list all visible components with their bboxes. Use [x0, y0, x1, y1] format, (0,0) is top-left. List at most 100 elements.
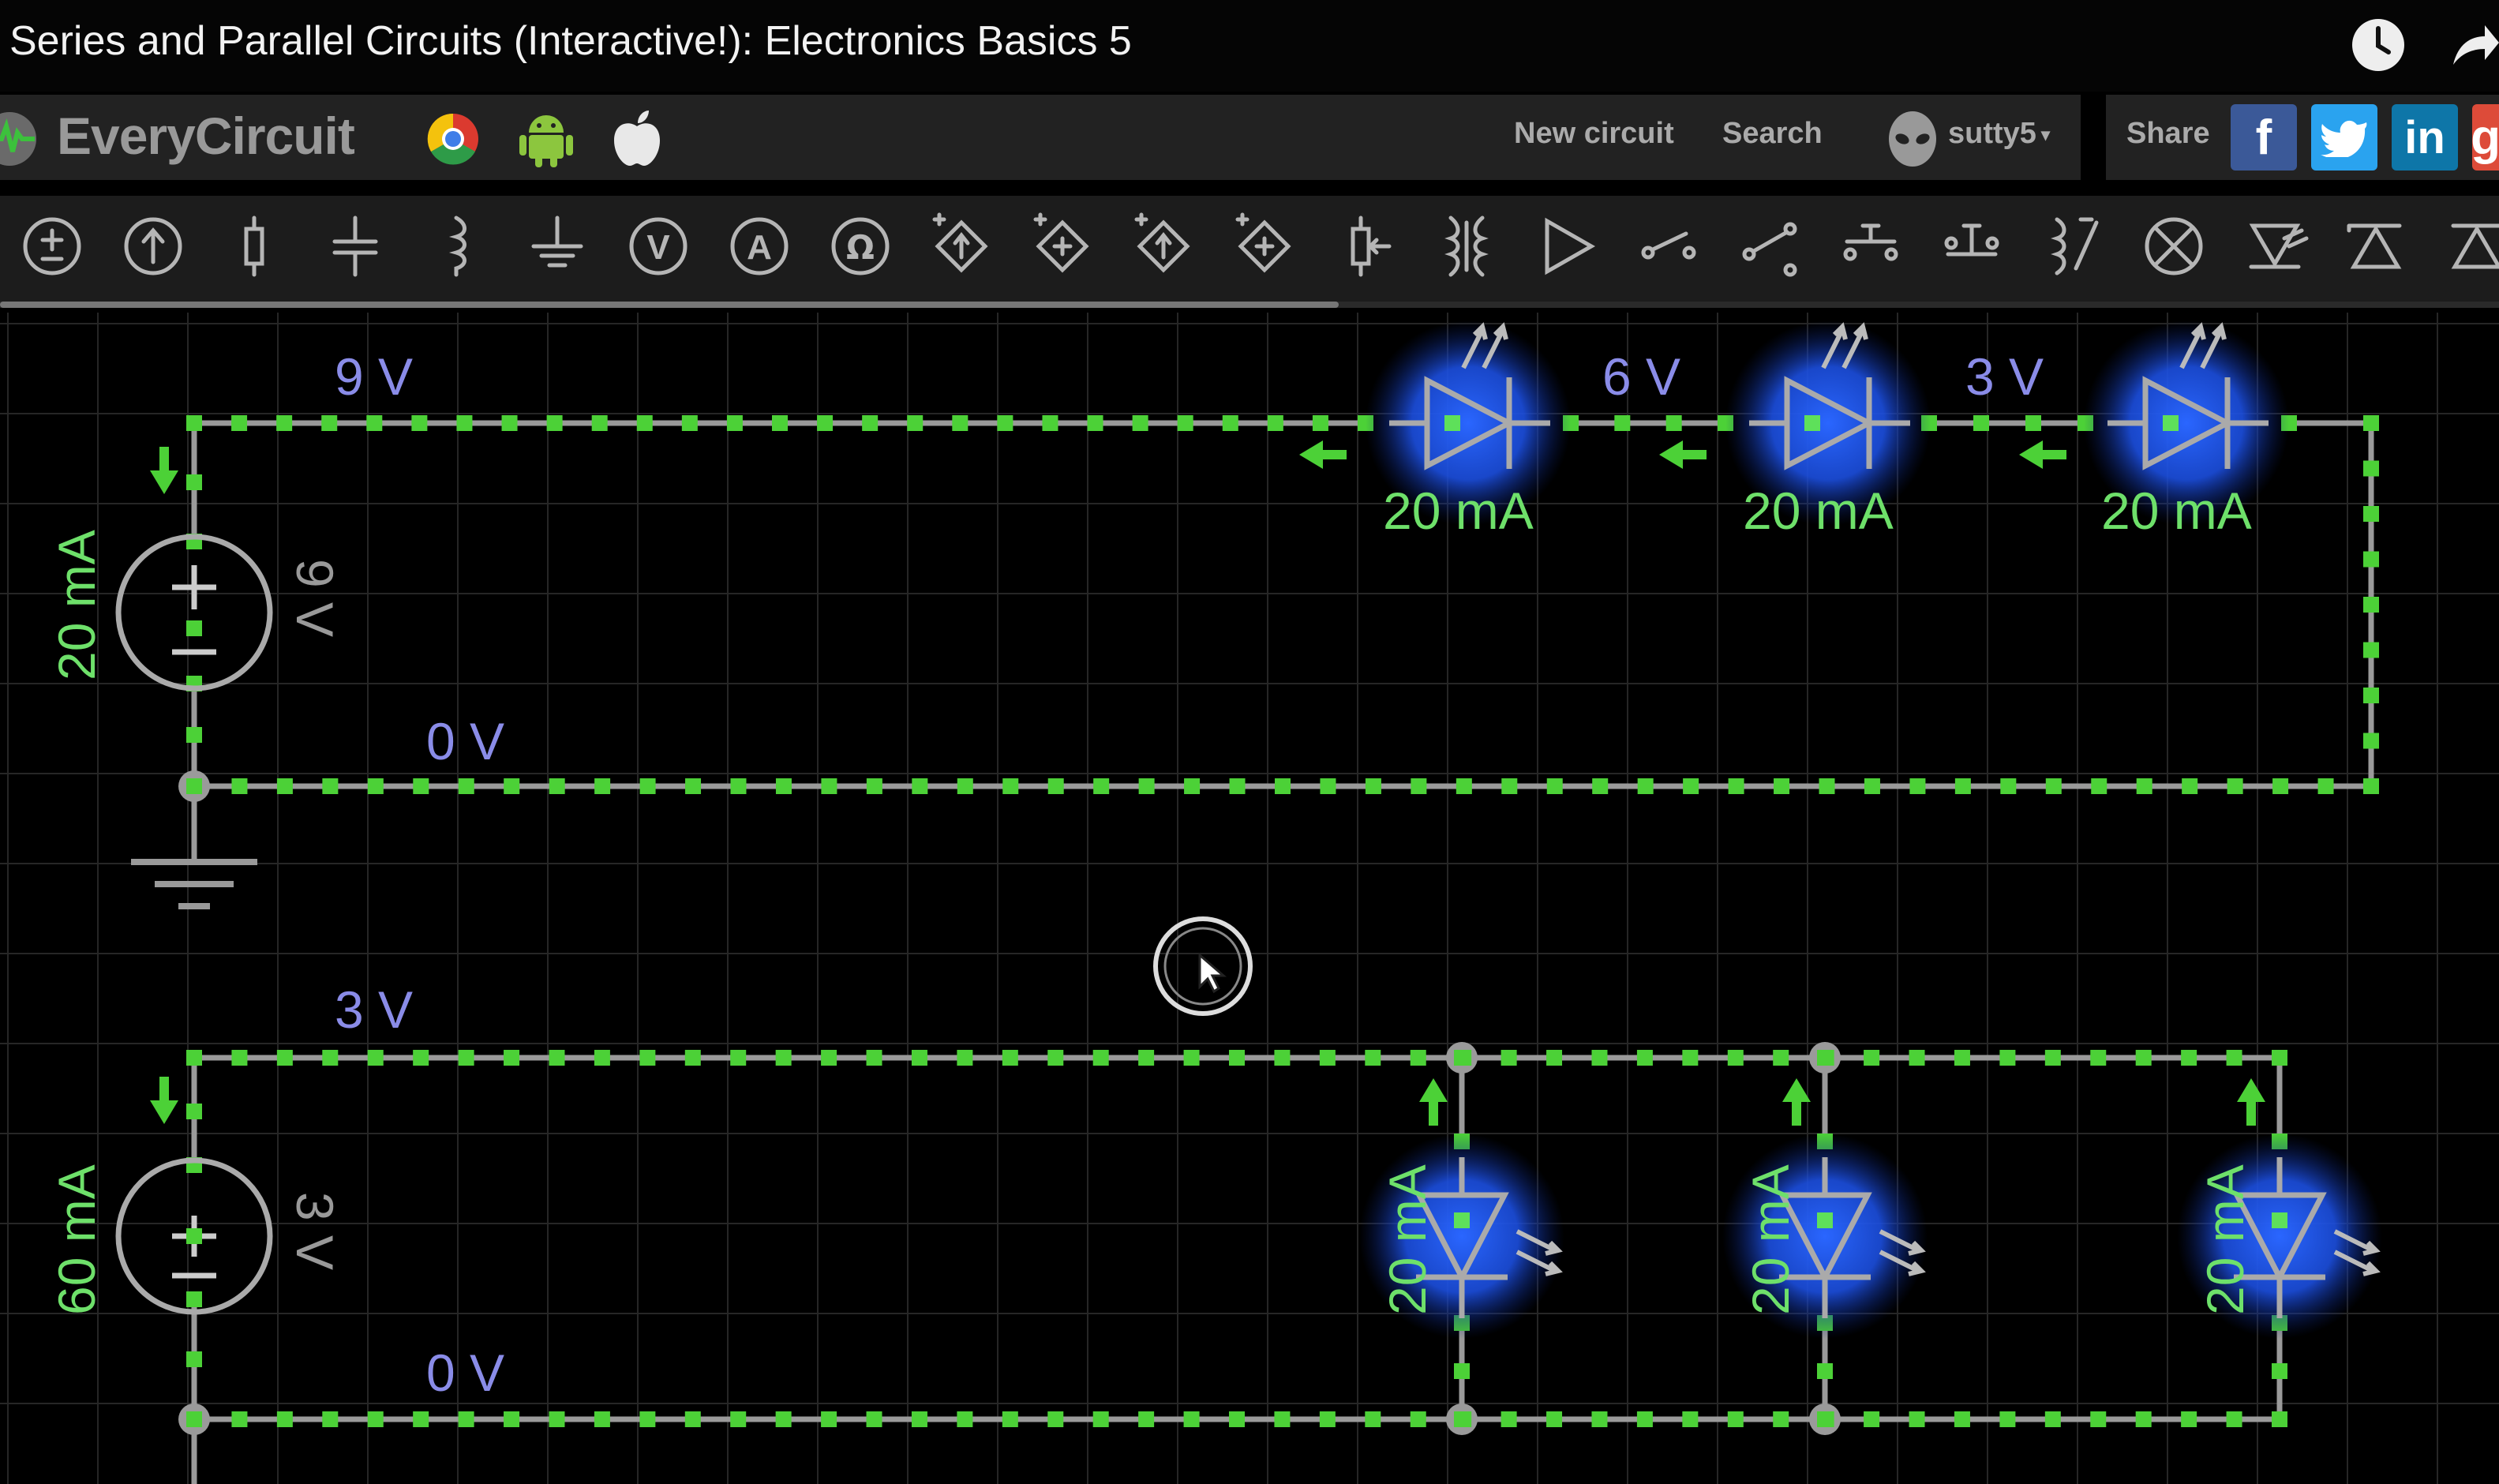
- current-dot: [2181, 1050, 2197, 1066]
- current-dot: [1592, 778, 1609, 794]
- ground-icon[interactable]: [131, 859, 257, 909]
- current-dot: [2272, 1050, 2287, 1066]
- svg-text:A: A: [747, 228, 772, 267]
- diode-icon[interactable]: [2249, 223, 2309, 269]
- current-dot: [1047, 778, 1064, 794]
- user-name: sutty5: [1948, 117, 2036, 150]
- voltmeter-icon[interactable]: V: [629, 217, 688, 275]
- android-icon[interactable]: [518, 109, 575, 169]
- inductor-icon[interactable]: [448, 215, 466, 277]
- current-dot: [1138, 1050, 1155, 1066]
- current-dot: [2272, 1363, 2287, 1379]
- current-dot: [1002, 1050, 1018, 1066]
- switch-spst-icon[interactable]: [1641, 231, 1696, 260]
- current-dot: [1319, 1050, 1336, 1066]
- led-current-label: 20 mA: [2101, 482, 2252, 540]
- ground-voltage-label: 0 V: [426, 712, 504, 770]
- current-dot: [821, 1411, 837, 1427]
- current-dot: [1454, 1363, 1470, 1379]
- capacitor-nonpolar-icon[interactable]: [332, 215, 378, 277]
- diamond-source-1-icon[interactable]: [932, 212, 988, 273]
- current-dot: [912, 778, 928, 794]
- diamond-source-4-icon[interactable]: [1235, 212, 1291, 273]
- current-dot: [2363, 778, 2379, 794]
- current-dot: [1002, 778, 1019, 794]
- current-dot: [2000, 778, 2017, 794]
- current-dot: [1274, 1411, 1291, 1427]
- current-dot: [684, 1411, 701, 1427]
- current-dot: [2135, 1050, 2152, 1066]
- search-link[interactable]: Search: [1722, 117, 1823, 151]
- current-dot: [1138, 1411, 1155, 1427]
- push-button-no-icon[interactable]: [1843, 223, 1898, 261]
- current-dot: [1092, 1411, 1109, 1427]
- current-dot: [1728, 778, 1744, 794]
- current-dot: [186, 1411, 202, 1427]
- user-menu[interactable]: sutty5 ▾: [1948, 117, 2050, 151]
- diamond-source-3-icon[interactable]: [1134, 212, 1190, 273]
- current-dot: [639, 1411, 656, 1427]
- current-dot: [1682, 1050, 1699, 1066]
- current-dot: [594, 1050, 610, 1066]
- video-title-bar: Series and Parallel Circuits (Interactiv…: [0, 0, 2499, 92]
- current-dot: [2227, 778, 2243, 794]
- share-bar: Share f in g: [2106, 95, 2499, 180]
- ground-icon[interactable]: [531, 215, 583, 268]
- voltage-source-9v[interactable]: [115, 534, 273, 691]
- led-icon[interactable]: [2451, 223, 2499, 269]
- potentiometer-icon[interactable]: [1351, 215, 1392, 277]
- zener-diode-icon[interactable]: [2347, 223, 2402, 269]
- capacitor-icon[interactable]: [244, 215, 264, 277]
- current-dot: [684, 1050, 701, 1066]
- ohmmeter-icon[interactable]: Ω: [831, 217, 890, 275]
- user-avatar-icon[interactable]: [1885, 109, 1940, 169]
- node-voltage-label: 9 V: [335, 347, 413, 406]
- current-dot: [1909, 1411, 1925, 1427]
- current-dot: [1183, 1411, 1200, 1427]
- current-dot: [775, 778, 792, 794]
- current-dot: [322, 778, 339, 794]
- voltage-source-3v[interactable]: [115, 1157, 273, 1315]
- transformer-icon[interactable]: [1444, 215, 1489, 277]
- current-dot: [276, 778, 293, 794]
- lamp-icon[interactable]: [2145, 217, 2203, 275]
- google-plus-icon[interactable]: g: [2471, 104, 2499, 171]
- logo-text[interactable]: EveryCircuit: [57, 106, 355, 166]
- linkedin-icon[interactable]: in: [2392, 104, 2458, 171]
- switch-spdt-icon[interactable]: [1742, 222, 1797, 277]
- chrome-icon[interactable]: [425, 111, 481, 167]
- current-dot: [367, 1411, 384, 1427]
- current-dot: [2045, 778, 2062, 794]
- current-dot: [504, 1411, 520, 1427]
- share-arrow-icon[interactable]: [2450, 16, 2499, 74]
- current-dot: [1817, 1050, 1833, 1066]
- current-dot: [186, 474, 202, 490]
- circuit-canvas[interactable]: 9 V 6 V 3 V 20 mA 20 mA 20 mA 0 V 20 mA 9 V 20 mA…: [0, 313, 2499, 1484]
- watch-later-icon[interactable]: [2349, 16, 2407, 74]
- current-dot: [821, 1050, 837, 1066]
- new-circuit-link[interactable]: New circuit: [1514, 117, 1674, 151]
- diamond-source-2-icon[interactable]: [1033, 212, 1089, 273]
- current-dot: [2226, 1411, 2242, 1427]
- dc-voltage-source-icon[interactable]: [124, 217, 182, 275]
- dc-current-source-icon[interactable]: [23, 217, 81, 275]
- everycircuit-logo-icon[interactable]: [0, 101, 47, 177]
- push-button-nc-icon[interactable]: [1944, 223, 1999, 257]
- led-current-label: 20 mA: [2196, 1164, 2254, 1315]
- current-dot: [1229, 778, 1246, 794]
- source-current-label: 20 mA: [47, 530, 106, 680]
- current-dot: [957, 1411, 973, 1427]
- relay-icon[interactable]: [2051, 217, 2099, 275]
- facebook-icon[interactable]: f: [2231, 104, 2297, 171]
- current-dot: [2363, 597, 2379, 613]
- ammeter-icon[interactable]: A: [730, 217, 789, 275]
- node-voltage-label: 3 V: [335, 980, 413, 1039]
- component-toolbar: VAΩ: [0, 196, 2499, 303]
- current-dot: [413, 778, 429, 794]
- buffer-icon[interactable]: [1545, 217, 1596, 275]
- current-dot: [2363, 415, 2379, 431]
- twitter-icon[interactable]: [2311, 104, 2377, 171]
- apple-icon[interactable]: [611, 107, 663, 167]
- toolbar-scrollbar[interactable]: [0, 302, 1339, 308]
- led-current-label: 20 mA: [1383, 482, 1534, 540]
